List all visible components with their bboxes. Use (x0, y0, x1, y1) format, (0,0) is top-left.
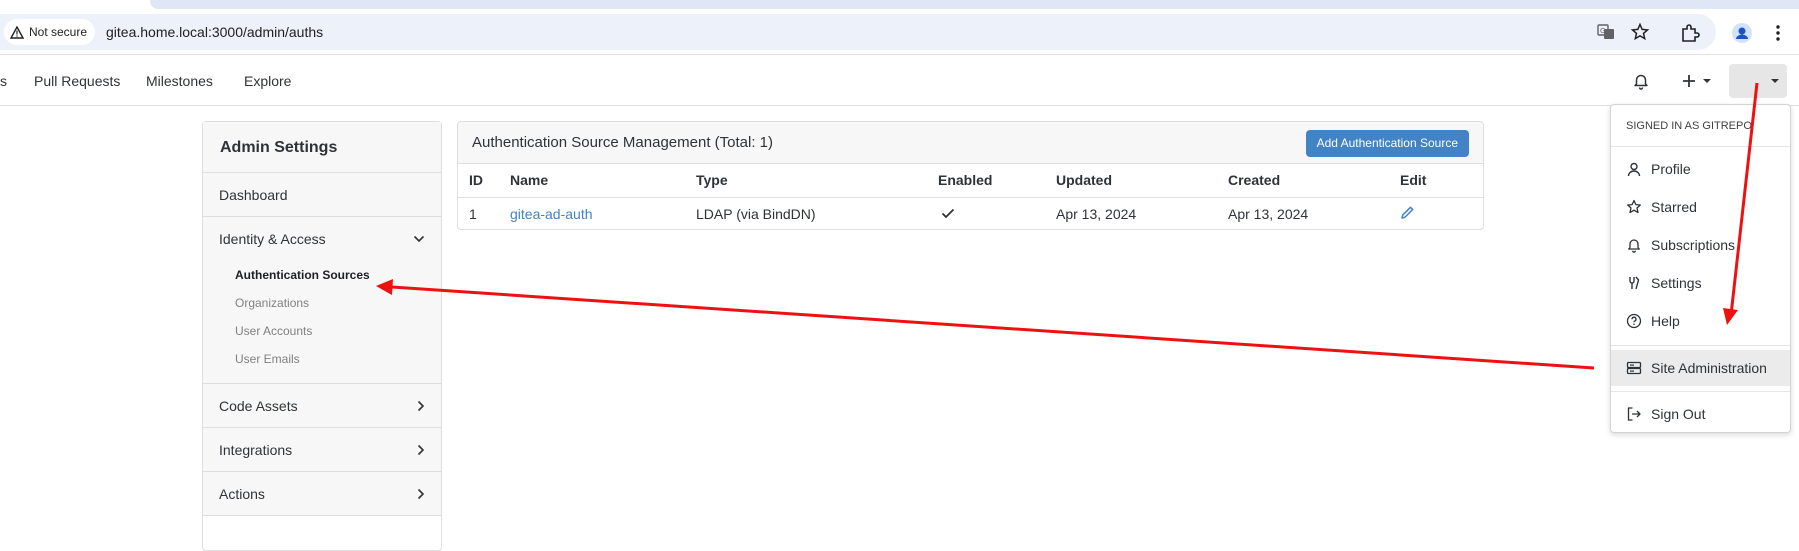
nav-explore[interactable]: Explore (244, 56, 291, 106)
star-icon[interactable] (1630, 22, 1650, 42)
sidebar-subitem-organizations[interactable]: Organizations (203, 289, 441, 317)
menu-item-label: Sign Out (1651, 406, 1706, 422)
star-icon (1627, 199, 1641, 214)
menu-item-help[interactable]: Help (1611, 303, 1790, 339)
column-header-created: Created (1228, 164, 1400, 198)
nav-milestones[interactable]: Milestones (146, 56, 213, 106)
caret-down-icon (1771, 79, 1779, 83)
tab-strip (0, 0, 1799, 9)
signed-in-header: SIGNED IN AS GITREPO (1611, 105, 1790, 147)
column-header-type: Type (696, 164, 938, 198)
nav-item-truncated[interactable]: s (0, 56, 7, 106)
create-new-button[interactable] (1681, 69, 1712, 93)
annotation-arrow-to-auth-sources (376, 279, 1595, 370)
notifications-button[interactable] (1632, 69, 1650, 93)
menu-item-settings[interactable]: Settings (1611, 265, 1790, 301)
sidebar-group-identity-access: Identity & Access Authentication Sources… (203, 217, 441, 384)
menu-divider (1611, 345, 1790, 346)
user-menu-button[interactable] (1729, 64, 1787, 98)
menu-item-sign-out[interactable]: Sign Out (1611, 396, 1790, 432)
chevron-right-icon (417, 472, 425, 516)
pencil-icon[interactable] (1400, 205, 1415, 220)
extensions-icon[interactable] (1679, 22, 1701, 44)
cell-enabled (938, 197, 1056, 229)
menu-item-label: Starred (1651, 199, 1697, 215)
sidebar-subitem-authentication-sources[interactable]: Authentication Sources (203, 261, 441, 289)
bell-icon (1634, 74, 1648, 90)
question-icon (1626, 313, 1642, 329)
table-header-row: ID Name Type Enabled Updated Created Edi… (458, 164, 1483, 198)
chevron-right-icon (417, 384, 425, 428)
sidebar-item-label: Dashboard (219, 187, 288, 203)
active-tab-highlight (150, 0, 1799, 9)
sidebar-item-integrations[interactable]: Integrations (203, 428, 441, 472)
sidebar-title: Admin Settings (203, 122, 441, 173)
user-dropdown-menu: SIGNED IN AS GITREPO Profile Starred Sub… (1610, 104, 1791, 433)
add-authentication-source-button[interactable]: Add Authentication Source (1305, 130, 1469, 157)
menu-divider (1611, 391, 1790, 392)
sidebar-subitem-user-emails[interactable]: User Emails (203, 345, 441, 373)
cell-updated: Apr 13, 2024 (1056, 205, 1137, 222)
cell-edit (1400, 197, 1483, 229)
translate-icon[interactable]: G (1596, 22, 1616, 42)
address-bar[interactable]: Not secure gitea.home.local:3000/admin/a… (0, 14, 1716, 50)
menu-item-label: Site Administration (1651, 360, 1767, 376)
browser-toolbar: Not secure gitea.home.local:3000/admin/a… (0, 9, 1799, 55)
column-header-edit: Edit (1400, 164, 1483, 198)
auth-source-name-link[interactable]: gitea-ad-auth (510, 206, 593, 222)
caret-down-icon (1703, 79, 1711, 83)
sidebar-item-code-assets[interactable]: Code Assets (203, 384, 441, 428)
column-header-enabled: Enabled (938, 164, 1056, 198)
menu-item-label: Profile (1651, 161, 1691, 177)
panel-header: Authentication Source Management (Total:… (458, 122, 1483, 164)
nav-pull-requests[interactable]: Pull Requests (34, 56, 120, 106)
cell-id: 1 (469, 205, 477, 222)
table-row: 1 gitea-ad-auth LDAP (via BindDN) Apr 13… (458, 197, 1483, 229)
sign-out-icon (1627, 407, 1641, 421)
sidebar-item-label: Identity & Access (219, 231, 326, 247)
menu-item-subscriptions[interactable]: Subscriptions (1611, 227, 1790, 263)
column-header-updated: Updated (1056, 164, 1228, 198)
admin-sidebar: Admin Settings Dashboard Identity & Acce… (202, 121, 442, 551)
check-icon (941, 208, 955, 219)
warning-icon (10, 25, 24, 39)
auth-sources-table: ID Name Type Enabled Updated Created Edi… (458, 164, 1483, 229)
column-header-id: ID (458, 164, 510, 198)
svg-text:G: G (1600, 27, 1605, 35)
security-label: Not secure (29, 25, 88, 39)
sidebar-item-label: Integrations (219, 442, 293, 458)
profile-icon[interactable] (1731, 22, 1753, 44)
menu-item-site-administration[interactable]: Site Administration (1611, 350, 1790, 386)
sidebar-item-actions[interactable]: Actions (203, 472, 441, 516)
cell-type: LDAP (via BindDN) (696, 205, 816, 222)
server-icon (1626, 361, 1642, 375)
top-navbar: s Pull Requests Milestones Explore (0, 56, 1799, 106)
chevron-right-icon (417, 428, 425, 472)
sidebar-item-label: Code Assets (219, 398, 298, 414)
url-text[interactable]: gitea.home.local:3000/admin/auths (106, 14, 323, 50)
sidebar-item-dashboard[interactable]: Dashboard (203, 173, 441, 217)
more-vert-icon[interactable] (1767, 22, 1789, 44)
security-chip[interactable]: Not secure (4, 19, 96, 45)
chevron-down-icon (413, 217, 425, 261)
auth-sources-panel: Authentication Source Management (Total:… (457, 121, 1484, 230)
cell-created: Apr 13, 2024 (1228, 205, 1309, 222)
tools-icon (1629, 276, 1640, 290)
column-header-name: Name (510, 164, 696, 198)
sidebar-item-identity-access[interactable]: Identity & Access (203, 217, 441, 261)
menu-item-label: Settings (1651, 275, 1702, 291)
menu-item-label: Subscriptions (1651, 237, 1736, 253)
menu-item-profile[interactable]: Profile (1611, 151, 1790, 187)
sidebar-item-label: Actions (219, 486, 265, 502)
person-icon (1627, 162, 1641, 177)
page-title: Authentication Source Management (Total:… (472, 134, 774, 151)
menu-item-label: Help (1651, 313, 1680, 329)
plus-icon (1683, 75, 1695, 87)
bell-icon (1628, 239, 1640, 253)
menu-item-starred[interactable]: Starred (1611, 189, 1790, 225)
sidebar-subitem-user-accounts[interactable]: User Accounts (203, 317, 441, 345)
